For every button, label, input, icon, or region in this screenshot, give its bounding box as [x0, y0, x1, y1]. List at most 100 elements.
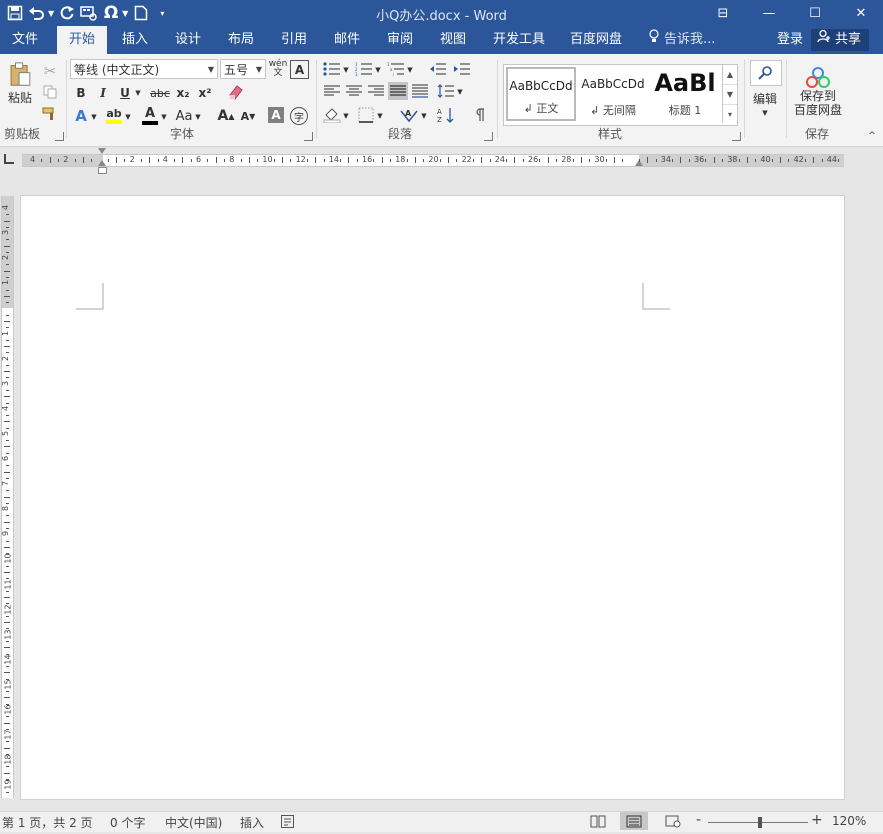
ruler-number: 36: [694, 155, 705, 164]
customize-qat-icon[interactable]: ▾: [160, 9, 164, 18]
ruler-tick: [506, 159, 508, 162]
vertical-ruler[interactable]: 4 3 2 1 1 2 3 4 5 6 7 8 9 10 11 12 13 14 15 16 17 18 19: [1, 196, 14, 798]
ruler-number: 6: [196, 155, 202, 164]
left-indent-marker[interactable]: [98, 167, 107, 174]
restore-button[interactable]: ☐: [792, 0, 838, 26]
format-painter-icon[interactable]: [80, 2, 98, 24]
ruler-number: 18: [3, 754, 13, 765]
ruler-tick: [4, 747, 10, 749]
tell-me-box[interactable]: 告诉我...: [636, 26, 727, 54]
editing-label[interactable]: 编辑: [746, 90, 784, 106]
ruler-tick: [340, 159, 342, 162]
tab-baidu-netdisk[interactable]: 百度网盘: [558, 26, 634, 54]
style-name: ↲ 无间隔: [590, 104, 636, 117]
ruler-tick: [306, 159, 308, 162]
omega-icon[interactable]: Ω: [102, 2, 120, 24]
insert-mode[interactable]: 插入: [240, 814, 264, 831]
ruler-tick: [713, 157, 715, 163]
ruler-number: 13: [3, 629, 13, 640]
ruler-tick: [6, 377, 9, 379]
ruler-tick: [580, 157, 582, 163]
ruler-tick: [6, 716, 9, 718]
first-line-indent-marker[interactable]: [98, 148, 106, 154]
ribbon-tab-bar: 文件 开始 插入 设计 布局 引用 邮件 审阅 视图 开发工具 百度网盘 告诉我…: [0, 26, 883, 54]
collapse-ribbon-icon[interactable]: ^: [866, 130, 878, 142]
word-count[interactable]: 0 个字: [110, 814, 145, 831]
ruler-tick: [572, 159, 574, 162]
ruler-tick: [489, 159, 491, 162]
ruler-tick: [514, 157, 516, 163]
tab-mailings[interactable]: 邮件: [322, 26, 372, 54]
ribbon-display-options-button[interactable]: ⊟: [700, 0, 746, 26]
chevron-up-icon[interactable]: ▲: [723, 65, 737, 84]
more-styles-icon[interactable]: ▾: [723, 104, 737, 124]
tab-layout[interactable]: 布局: [216, 26, 266, 54]
zoom-in-button[interactable]: +: [811, 812, 823, 828]
tab-file[interactable]: 文件: [0, 26, 50, 54]
status-bar: 第 1 页，共 2 页 0 个字 中文(中国) 插入 - + 120%: [0, 811, 883, 832]
style-sample: AaBbCcDd: [509, 79, 573, 93]
ruler-tick: [4, 396, 10, 398]
save-to-baidu-button[interactable]: 保存到 百度网盘: [788, 60, 848, 124]
macro-record-icon[interactable]: [281, 815, 294, 831]
editing-dropdown-icon[interactable]: ▼: [760, 108, 770, 118]
tab-selector[interactable]: [4, 154, 14, 164]
new-document-icon[interactable]: [132, 2, 150, 24]
ruler-tick: [6, 289, 9, 291]
ruler-tick: [4, 571, 10, 573]
minimize-button[interactable]: —: [746, 0, 792, 26]
omega-dropdown-icon[interactable]: ▼: [122, 9, 128, 18]
ruler-tick: [721, 159, 723, 162]
print-layout-icon[interactable]: [620, 812, 648, 830]
tab-design[interactable]: 设计: [163, 26, 213, 54]
hanging-indent-marker[interactable]: [98, 160, 106, 166]
group-separator: [786, 60, 787, 138]
ruler-tick: [290, 159, 292, 162]
ruler-tick: [6, 766, 9, 768]
ruler-tick: [6, 389, 9, 391]
style-heading-1[interactable]: AaBl 标题 1: [650, 67, 720, 121]
search-icon[interactable]: [750, 60, 782, 86]
ruler-number: 2: [63, 155, 69, 164]
chevron-down-icon[interactable]: ▼: [723, 84, 737, 104]
ruler-tick: [4, 722, 10, 724]
crop-mark-right: [642, 283, 670, 310]
web-layout-icon[interactable]: [665, 815, 681, 831]
styles-launcher-icon[interactable]: [732, 132, 741, 141]
undo-dropdown-icon[interactable]: ▼: [48, 9, 54, 18]
ruler-number: 11: [3, 578, 13, 590]
style-no-spacing[interactable]: AaBbCcDd ↲ 无间隔: [578, 67, 648, 121]
ruler-tick: [4, 672, 10, 674]
ruler-tick: [389, 159, 391, 162]
tab-view[interactable]: 视图: [428, 26, 478, 54]
zoom-level[interactable]: 120%: [832, 814, 866, 828]
zoom-slider-thumb[interactable]: [758, 817, 762, 828]
redo-icon[interactable]: [58, 2, 76, 24]
tab-developer[interactable]: 开发工具: [481, 26, 557, 54]
save-group: 保存到 百度网盘 保存: [788, 56, 848, 144]
ruler-number: 17: [3, 729, 13, 740]
ruler-number: 12: [295, 155, 306, 164]
tab-home[interactable]: 开始: [57, 26, 108, 54]
tab-insert[interactable]: 插入: [110, 26, 160, 54]
zoom-out-button[interactable]: -: [696, 812, 701, 828]
login-link[interactable]: 登录: [777, 26, 803, 54]
ruler-tick: [4, 471, 10, 473]
read-mode-icon[interactable]: [590, 815, 606, 831]
horizontal-ruler[interactable]: 4 2 2 4 6 8 10 12 14 16 18 20 22 24 26 28 30 34 36 38 40 42 44: [22, 148, 844, 174]
tab-review[interactable]: 审阅: [375, 26, 425, 54]
ruler-tick: [190, 159, 192, 162]
close-button[interactable]: ✕: [838, 0, 883, 26]
ruler-tick: [182, 157, 184, 163]
ruler-tick: [6, 264, 9, 266]
undo-icon[interactable]: [28, 2, 46, 24]
ruler-number: 3: [1, 230, 11, 236]
share-button[interactable]: 共享: [810, 29, 869, 51]
tab-references[interactable]: 引用: [269, 26, 319, 54]
language-indicator[interactable]: 中文(中国): [165, 814, 222, 831]
page-count[interactable]: 第 1 页，共 2 页: [2, 814, 93, 831]
save-icon[interactable]: [6, 2, 24, 24]
style-normal[interactable]: AaBbCcDd ↲ 正文: [506, 67, 576, 121]
ruler-tick: [6, 226, 9, 228]
document-page[interactable]: [20, 195, 845, 800]
